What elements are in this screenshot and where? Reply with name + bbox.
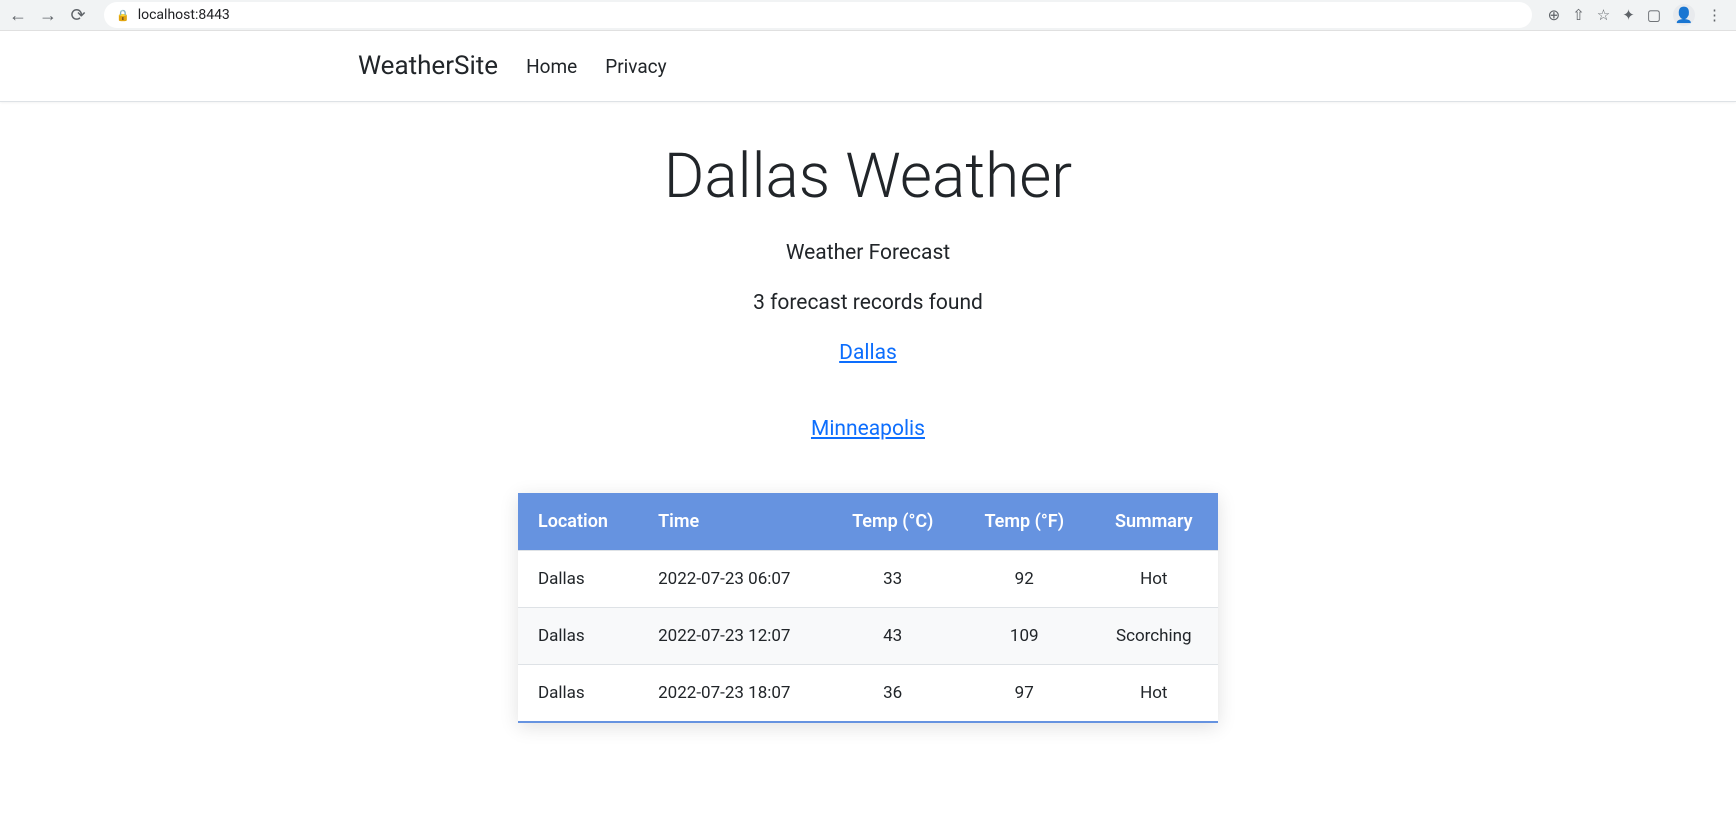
cell-location: Dallas [518,665,638,723]
forecast-table: Location Time Temp (°C) Temp (°F) Summar… [518,493,1218,723]
col-location: Location [518,493,638,551]
cell-time: 2022-07-23 06:07 [638,551,826,608]
col-temp-f: Temp (°F) [959,493,1090,551]
cell-temp-c: 33 [826,551,958,608]
main-content: Dallas Weather Weather Forecast 3 foreca… [0,102,1736,723]
nav-home[interactable]: Home [526,55,577,78]
cell-time: 2022-07-23 18:07 [638,665,826,723]
records-found-text: 3 forecast records found [0,291,1736,315]
table-row: Dallas 2022-07-23 06:07 33 92 Hot [518,551,1218,608]
menu-icon[interactable]: ⋮ [1707,6,1722,24]
zoom-icon[interactable]: ⊕ [1548,6,1561,24]
cell-summary: Hot [1090,665,1218,723]
cell-location: Dallas [518,608,638,665]
address-bar[interactable]: 🔒 localhost:8443 [104,2,1532,28]
cell-temp-f: 97 [959,665,1090,723]
brand-link[interactable]: WeatherSite [358,51,498,81]
page-title: Dallas Weather [0,140,1736,213]
site-navbar: WeatherSite Home Privacy [0,31,1736,102]
table-header-row: Location Time Temp (°C) Temp (°F) Summar… [518,493,1218,551]
cell-temp-c: 43 [826,608,958,665]
url-text: localhost:8443 [138,7,230,23]
col-temp-c: Temp (°C) [826,493,958,551]
profile-avatar[interactable]: 👤 [1673,4,1695,26]
city-link-dallas[interactable]: Dallas [839,341,897,365]
reload-button[interactable]: ⟳ [68,5,88,25]
cell-temp-f: 92 [959,551,1090,608]
browser-toolbar: ← → ⟳ 🔒 localhost:8443 ⊕ ⇧ ☆ ✦ ▢ 👤 ⋮ [0,0,1736,31]
star-icon[interactable]: ☆ [1597,6,1610,24]
forward-button[interactable]: → [38,5,58,25]
col-time: Time [638,493,826,551]
back-button[interactable]: ← [8,5,28,25]
cell-summary: Hot [1090,551,1218,608]
extensions-icon[interactable]: ✦ [1622,6,1635,24]
city-link-minneapolis[interactable]: Minneapolis [811,417,925,441]
browser-right-icons: ⊕ ⇧ ☆ ✦ ▢ 👤 ⋮ [1548,4,1728,26]
share-icon[interactable]: ⇧ [1572,6,1585,24]
cell-temp-f: 109 [959,608,1090,665]
cell-location: Dallas [518,551,638,608]
table-row: Dallas 2022-07-23 18:07 36 97 Hot [518,665,1218,723]
page-subtitle: Weather Forecast [0,241,1736,265]
nav-privacy[interactable]: Privacy [605,55,666,78]
lock-icon: 🔒 [116,9,130,22]
col-summary: Summary [1090,493,1218,551]
cell-time: 2022-07-23 12:07 [638,608,826,665]
cell-summary: Scorching [1090,608,1218,665]
table-row: Dallas 2022-07-23 12:07 43 109 Scorching [518,608,1218,665]
devices-icon[interactable]: ▢ [1647,6,1661,24]
cell-temp-c: 36 [826,665,958,723]
